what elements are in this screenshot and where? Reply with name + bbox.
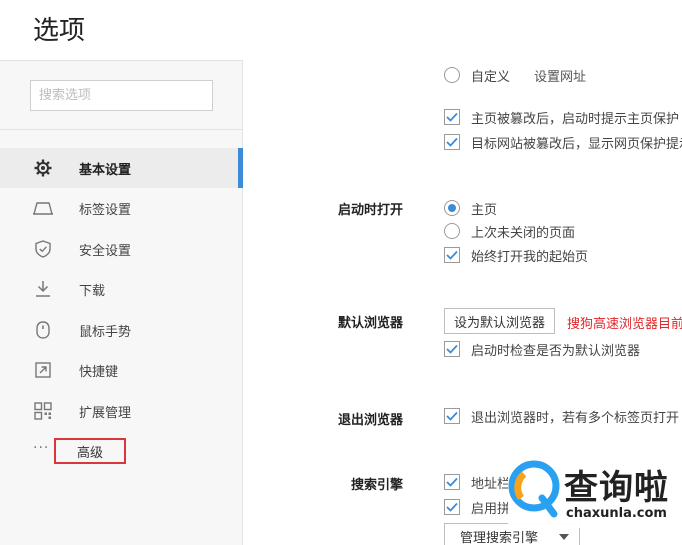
sidebar-item-label: 快捷键: [79, 364, 119, 380]
sidebar-item-advanced[interactable]: ··· 高级: [0, 438, 243, 468]
sidebar-item-label: 标签设置: [79, 202, 132, 218]
exit-warn-row: 退出浏览器时，若有多个标签页打开: [444, 406, 679, 426]
startup-last-session-radio[interactable]: [444, 223, 460, 239]
startup-last-session-label: 上次未关闭的页面: [471, 225, 576, 241]
check-default-row: 启动时检查是否为默认浏览器: [444, 339, 640, 359]
sidebar-item-label: 基本设置: [79, 162, 132, 178]
sidebar-item-label: 安全设置: [79, 243, 132, 259]
target-tamper-checkbox[interactable]: [444, 134, 460, 150]
set-default-browser-button[interactable]: 设为默认浏览器: [444, 308, 556, 334]
start-page-checkbox[interactable]: [444, 247, 460, 263]
shortcut-icon: [33, 360, 53, 380]
search-engine-section-label: 搜索引擎: [351, 478, 404, 493]
sidebar-item-basic-settings[interactable]: 基本设置: [0, 148, 243, 188]
extensions-icon: [33, 401, 53, 421]
enable-label: 启用拼: [471, 501, 511, 517]
check-default-checkbox[interactable]: [444, 341, 460, 357]
startup-home-label: 主页: [471, 202, 498, 218]
exit-warn-label: 退出浏览器时，若有多个标签页打开: [471, 410, 680, 426]
homepage-tamper-row: 主页被篡改后，启动时提示主页保护: [444, 107, 679, 127]
watermark-logo: 查询啦 chaxunla.com: [508, 458, 682, 528]
download-icon: [33, 279, 53, 299]
search-box[interactable]: [30, 80, 213, 111]
shield-check-icon: [33, 239, 53, 259]
startup-section-label: 启动时打开: [338, 203, 404, 218]
target-tamper-row: 目标网站被篡改后，显示网页保护提示: [444, 132, 682, 152]
tab-icon: [33, 198, 53, 218]
sidebar-divider: [0, 129, 243, 130]
enable-checkbox[interactable]: [444, 499, 460, 515]
sidebar-item-label: 下载: [79, 283, 106, 299]
enable-row: 启用拼: [444, 497, 510, 517]
page-title: 选项: [33, 16, 86, 46]
gear-icon: [33, 158, 53, 178]
advanced-highlight-box[interactable]: 高级: [54, 438, 126, 464]
homepage-custom-row: 自定义 设置网址: [444, 65, 586, 85]
exit-browser-section-label: 退出浏览器: [338, 413, 404, 428]
startup-start-page-row: 始终打开我的起始页: [444, 245, 588, 265]
check-default-label: 启动时检查是否为默认浏览器: [471, 343, 641, 359]
sidebar-item-label: 高级: [76, 445, 103, 461]
default-browser-section-label: 默认浏览器: [338, 316, 404, 331]
exit-warn-checkbox[interactable]: [444, 408, 460, 424]
chevron-down-icon: [559, 534, 569, 540]
manage-search-engines-label: 管理搜索引擎: [460, 530, 539, 545]
start-page-label: 始终打开我的起始页: [471, 249, 589, 265]
custom-homepage-radio[interactable]: [444, 67, 460, 83]
sidebar-item-security-settings[interactable]: 安全设置: [0, 229, 243, 269]
watermark-url: chaxunla.com: [566, 506, 667, 521]
sidebar-item-download[interactable]: 下载: [0, 269, 243, 309]
sidebar: 基本设置 标签设置 安全设置 下载 鼠标手势 快捷键: [0, 60, 243, 545]
sidebar-item-label: 鼠标手势: [79, 324, 132, 340]
active-indicator: [238, 148, 243, 188]
set-url-link[interactable]: 设置网址: [534, 66, 586, 85]
target-tamper-label: 目标网站被篡改后，显示网页保护提示: [471, 136, 682, 152]
startup-home-radio[interactable]: [444, 200, 460, 216]
default-browser-status: 搜狗高速浏览器目前: [567, 317, 682, 332]
search-input[interactable]: [31, 81, 212, 110]
more-dots-icon: ···: [33, 440, 50, 456]
homepage-tamper-label: 主页被篡改后，启动时提示主页保护: [471, 111, 680, 127]
watermark-text: 查询啦: [564, 468, 669, 508]
custom-homepage-label: 自定义: [471, 69, 511, 85]
options-header: 选项: [0, 0, 682, 60]
sidebar-item-mouse-gestures[interactable]: 鼠标手势: [0, 310, 243, 350]
address-bar-checkbox[interactable]: [444, 474, 460, 490]
startup-home-row: 主页: [444, 198, 497, 218]
watermark-q-logo-icon: [508, 460, 560, 518]
sidebar-item-tab-settings[interactable]: 标签设置: [0, 188, 243, 228]
sidebar-item-shortcuts[interactable]: 快捷键: [0, 350, 243, 390]
sidebar-item-label: 扩展管理: [79, 405, 132, 421]
address-bar-row: 地址栏: [444, 472, 510, 492]
mouse-icon: [33, 320, 53, 340]
startup-last-session-row: 上次未关闭的页面: [444, 221, 575, 241]
address-bar-label: 地址栏: [471, 476, 511, 492]
sidebar-item-extensions[interactable]: 扩展管理: [0, 391, 243, 431]
homepage-tamper-checkbox[interactable]: [444, 109, 460, 125]
